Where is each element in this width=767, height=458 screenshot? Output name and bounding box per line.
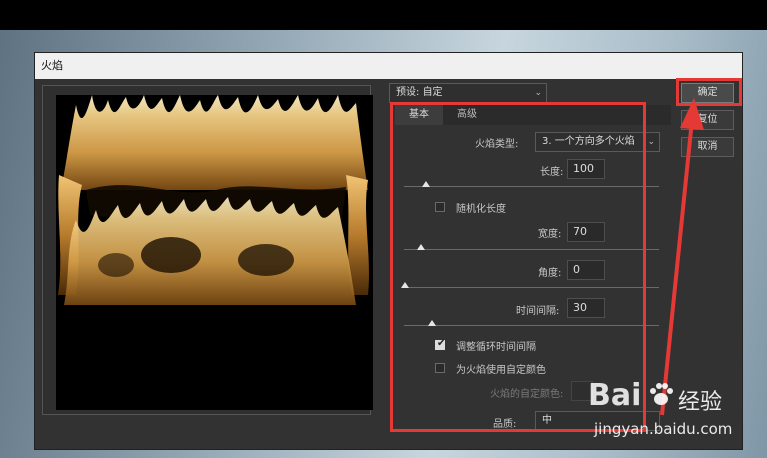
flame-image: [58, 95, 369, 305]
flame-preview: [56, 95, 373, 410]
paw-icon: [648, 382, 674, 408]
top-black-bar: [0, 0, 767, 30]
preset-select[interactable]: 预设: 自定 ⌄: [389, 83, 547, 103]
watermark-url: jingyan.baidu.com: [594, 420, 733, 438]
chevron-down-icon: ⌄: [534, 88, 542, 98]
watermark: Bai 经验 jingyan.baidu.com: [588, 378, 758, 448]
preset-label: 预设: [396, 87, 416, 98]
preview-frame: [42, 85, 373, 415]
watermark-brand2: 经验: [678, 390, 723, 415]
watermark-brand: Bai: [588, 378, 642, 413]
dialog-title: 火焰: [35, 53, 742, 79]
preset-value: 自定: [422, 87, 443, 98]
